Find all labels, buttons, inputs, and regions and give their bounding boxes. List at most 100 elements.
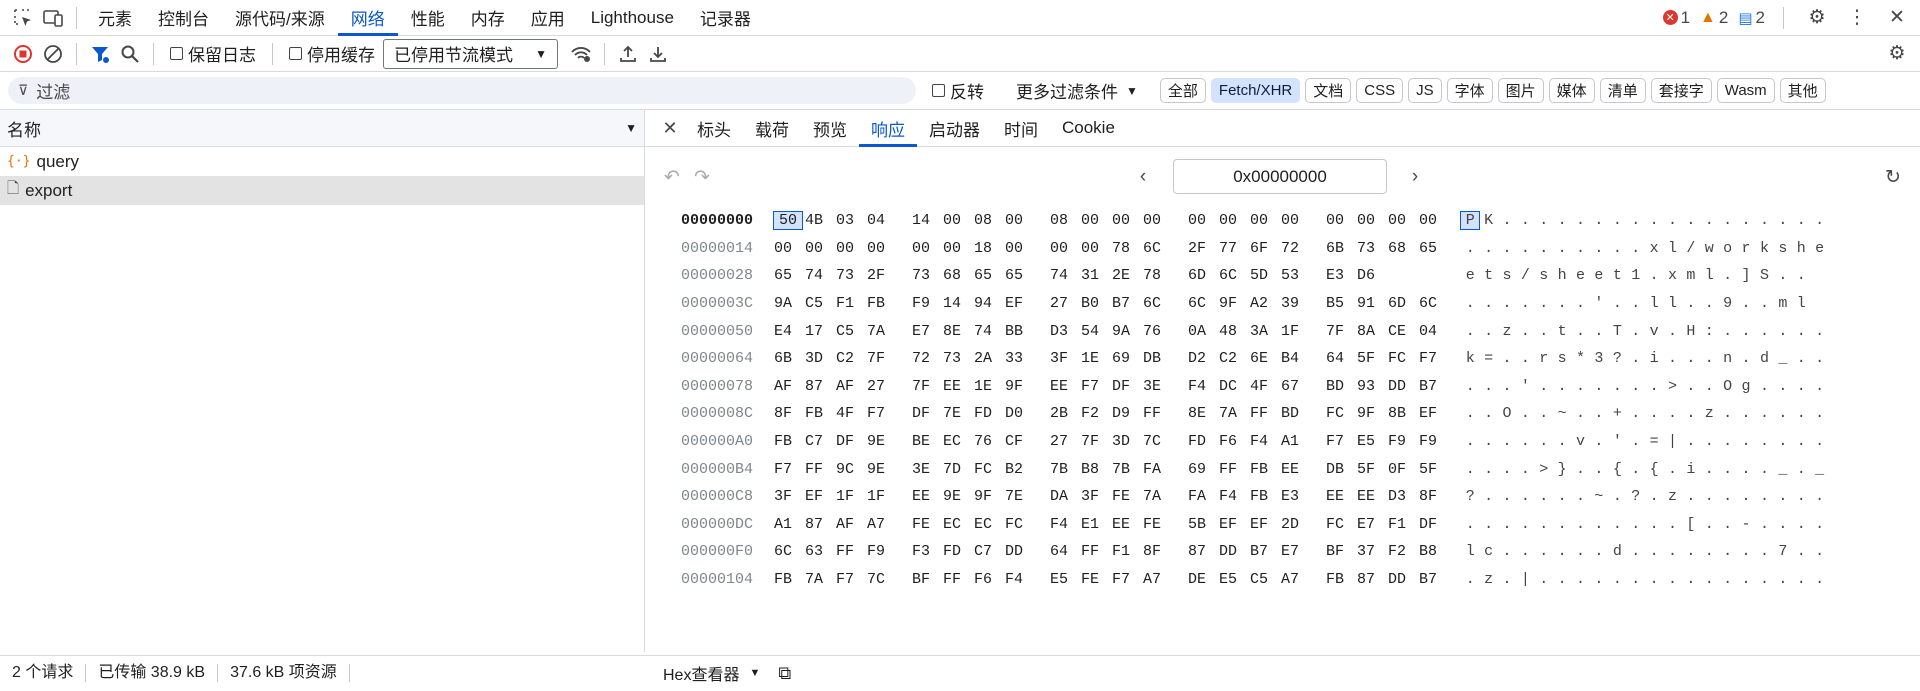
copy-icon[interactable]: ⧉ xyxy=(778,663,791,684)
hex-byte[interactable]: FE xyxy=(1081,571,1112,588)
hex-byte[interactable]: B7 xyxy=(1419,571,1450,588)
clear-icon[interactable] xyxy=(38,39,68,69)
hex-byte[interactable]: 27 xyxy=(1050,295,1081,312)
hex-byte[interactable]: 14 xyxy=(912,212,943,229)
hex-byte[interactable]: 3F xyxy=(1081,488,1112,505)
hex-byte[interactable]: 39 xyxy=(1281,295,1312,312)
hex-byte[interactable]: 6C xyxy=(774,543,805,560)
hex-byte[interactable]: 67 xyxy=(1281,378,1312,395)
hex-byte[interactable]: F6 xyxy=(974,571,1005,588)
hex-byte[interactable]: EE xyxy=(912,488,943,505)
hex-bytes[interactable]: AF 87 AF 27 7F EE 1E 9F EE F7 DF 3E F4 DC 4F 67 BD 93 DD B7 xyxy=(774,378,1441,395)
error-counter[interactable]: ✕ 1 xyxy=(1662,8,1690,28)
hex-byte[interactable]: 76 xyxy=(1143,323,1174,340)
hex-byte[interactable]: 8E xyxy=(943,323,974,340)
hex-bytes[interactable]: 9A C5 F1 FB F9 14 94 EF 27 B0 B7 6C 6C 9F A2 39 B5 91 6D 6C xyxy=(774,295,1441,312)
hex-byte[interactable]: 2F xyxy=(867,267,898,284)
hex-bytes[interactable]: E4 17 C5 7A E7 8E 74 BB D3 54 9A 76 0A 48 3A 1F 7F 8A CE 04 xyxy=(774,323,1441,340)
hex-byte[interactable]: 08 xyxy=(1050,212,1081,229)
hex-byte[interactable]: D6 xyxy=(1357,267,1388,284)
hex-byte[interactable]: DA xyxy=(1050,488,1081,505)
hex-byte[interactable]: 4F xyxy=(836,405,867,422)
hex-byte[interactable]: 73 xyxy=(836,267,867,284)
undo-icon[interactable]: ↶ xyxy=(657,162,687,192)
hex-byte[interactable]: 00 xyxy=(912,240,943,257)
hex-byte[interactable]: F9 xyxy=(1419,433,1450,450)
hex-byte[interactable]: 04 xyxy=(1419,323,1450,340)
filter-icon[interactable] xyxy=(85,39,115,69)
export-har-icon[interactable] xyxy=(643,39,673,69)
hex-byte[interactable]: 00 xyxy=(1081,212,1112,229)
hex-byte[interactable]: E7 xyxy=(1357,516,1388,533)
hex-byte[interactable]: EC xyxy=(943,433,974,450)
hex-byte[interactable]: 74 xyxy=(1050,267,1081,284)
type-filter-chip[interactable]: 字体 xyxy=(1446,78,1493,103)
hex-bytes[interactable]: 6C 63 FF F9 F3 FD C7 DD 64 FF F1 8F 87 DD B7 E7 BF 37 F2 B8 xyxy=(774,543,1441,560)
hex-byte[interactable]: E7 xyxy=(912,323,943,340)
type-filter-chip[interactable]: 全部 xyxy=(1159,78,1206,103)
hex-byte[interactable]: 14 xyxy=(943,295,974,312)
hex-byte[interactable]: 9F xyxy=(974,488,1005,505)
hex-byte[interactable]: 65 xyxy=(1005,267,1036,284)
hex-byte[interactable]: 9F xyxy=(1005,378,1036,395)
next-page-icon[interactable]: › xyxy=(1400,162,1430,192)
hex-byte[interactable]: 6C xyxy=(1219,267,1250,284)
hex-byte[interactable]: 7A xyxy=(1219,405,1250,422)
detail-tab-1[interactable]: 载荷 xyxy=(743,110,801,147)
hex-byte[interactable]: BF xyxy=(1326,543,1357,560)
hex-byte[interactable]: DB xyxy=(1326,461,1357,478)
hex-byte[interactable]: 7F xyxy=(867,350,898,367)
hex-bytes[interactable]: 3F EF 1F 1F EE 9E 9F 7E DA 3F FE 7A FA F4 FB E3 EE EE D3 8F xyxy=(774,488,1441,505)
hex-byte[interactable]: 77 xyxy=(1219,240,1250,257)
import-har-icon[interactable] xyxy=(613,39,643,69)
hex-byte[interactable]: F2 xyxy=(1388,543,1419,560)
hex-ascii[interactable]: . z. |................ xyxy=(1461,571,1829,588)
hex-byte[interactable]: 6E xyxy=(1250,350,1281,367)
hex-byte[interactable]: 04 xyxy=(867,212,898,229)
hex-byte[interactable]: EF xyxy=(1419,405,1450,422)
hex-byte[interactable]: C5 xyxy=(1250,571,1281,588)
hex-byte[interactable]: BD xyxy=(1281,405,1312,422)
hex-byte[interactable]: B8 xyxy=(1081,461,1112,478)
type-filter-chip[interactable]: JS xyxy=(1408,78,1442,103)
hex-byte[interactable]: F4 xyxy=(1050,516,1081,533)
type-filter-chip[interactable]: 文档 xyxy=(1305,78,1352,103)
hex-byte[interactable]: A2 xyxy=(1250,295,1281,312)
hex-byte[interactable]: 65 xyxy=(974,267,1005,284)
hex-byte[interactable]: AF xyxy=(836,516,867,533)
request-row[interactable]: {·} query xyxy=(0,147,644,176)
hex-ascii[interactable]: .... >}..{.{. i.... _. _ xyxy=(1461,461,1829,478)
type-filter-chip[interactable]: 清单 xyxy=(1599,78,1646,103)
hex-byte[interactable]: 3F xyxy=(774,488,805,505)
hex-byte[interactable]: EE xyxy=(1050,378,1081,395)
hex-byte[interactable]: 7B xyxy=(1050,461,1081,478)
hex-byte[interactable]: 8F xyxy=(774,405,805,422)
hex-byte[interactable]: 18 xyxy=(974,240,1005,257)
hex-byte[interactable]: 50 xyxy=(773,211,803,231)
hex-byte[interactable]: A7 xyxy=(1143,571,1174,588)
hex-byte[interactable]: FC xyxy=(1326,405,1357,422)
detail-tab-0[interactable]: 标头 xyxy=(685,110,743,147)
hex-ascii[interactable]: ....... '.. l l.. 9.. m l xyxy=(1461,295,1810,312)
hex-byte[interactable]: CF xyxy=(1005,433,1036,450)
hex-byte[interactable]: FA xyxy=(1143,461,1174,478)
hex-byte[interactable]: 37 xyxy=(1357,543,1388,560)
hex-bytes[interactable]: 65 74 73 2F 73 68 65 65 74 31 2E 78 6D 6C 5D 53 E3 D6 xyxy=(774,267,1441,284)
hex-byte[interactable]: DF xyxy=(836,433,867,450)
hex-byte[interactable]: FA xyxy=(1188,488,1219,505)
tab-8[interactable]: 记录器 xyxy=(687,0,764,36)
hex-byte[interactable]: F4 xyxy=(1250,433,1281,450)
hex-byte[interactable]: 00 xyxy=(1112,212,1143,229)
hex-byte[interactable]: 8B xyxy=(1388,405,1419,422)
hex-byte[interactable]: AF xyxy=(774,378,805,395)
hex-byte[interactable]: FC xyxy=(1326,516,1357,533)
hex-byte[interactable]: F7 xyxy=(1419,350,1450,367)
hex-byte[interactable]: FE xyxy=(912,516,943,533)
hex-byte[interactable]: D3 xyxy=(1388,488,1419,505)
hex-byte[interactable]: B5 xyxy=(1326,295,1357,312)
type-filter-chip[interactable]: 媒体 xyxy=(1548,78,1595,103)
hex-ascii[interactable]: PK.................. xyxy=(1459,211,1829,231)
hex-byte[interactable]: 78 xyxy=(1143,267,1174,284)
hex-byte[interactable]: E3 xyxy=(1281,488,1312,505)
hex-byte[interactable]: 2B xyxy=(1050,405,1081,422)
